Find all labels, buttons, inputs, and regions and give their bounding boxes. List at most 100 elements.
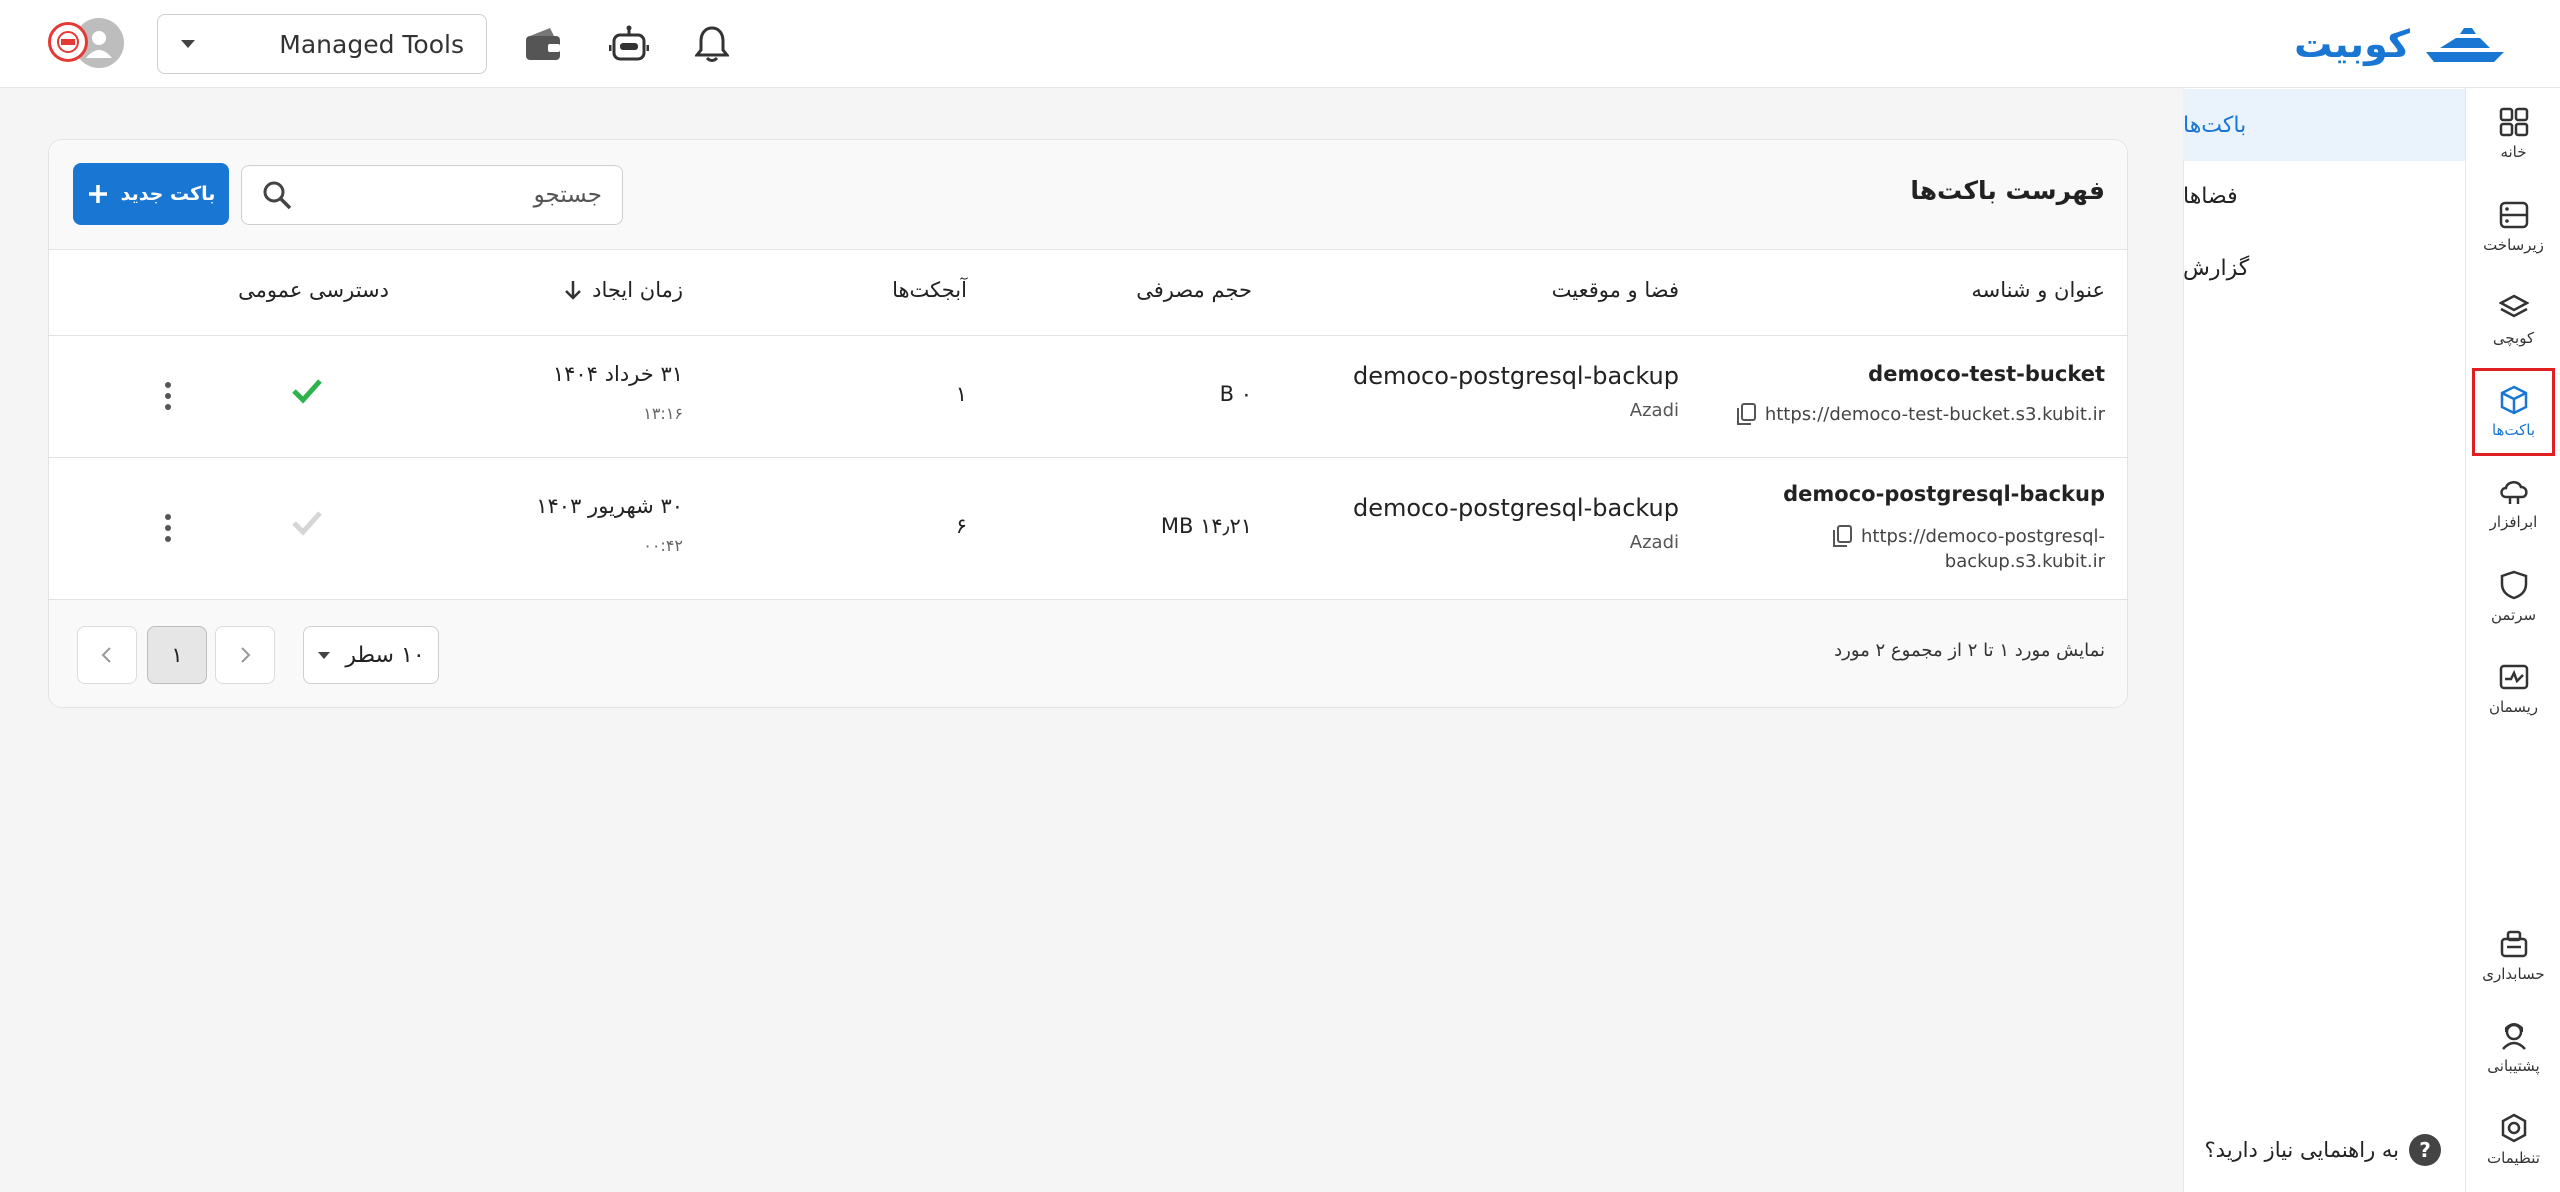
rail-label: خانه xyxy=(2500,143,2527,161)
subnav-item-spaces[interactable]: فضاها xyxy=(2183,160,2465,232)
rail-item-settings[interactable]: تنظیمات xyxy=(2472,1096,2555,1184)
settings-icon xyxy=(2501,1113,2526,1143)
ai-assistant-button[interactable] xyxy=(603,18,655,70)
bucket-url-text: https://democo-postgresql- backup.s3.kub… xyxy=(1861,524,2105,574)
rail-item-sartaman[interactable]: سرتمن xyxy=(2472,553,2555,641)
logo-text: کوبیت xyxy=(2294,22,2410,66)
notifications-button[interactable] xyxy=(686,18,738,70)
top-bar: کوبیت Managed Tools xyxy=(0,0,2560,88)
private-access-check-icon xyxy=(292,511,322,536)
logo-ship-icon xyxy=(2426,28,2504,62)
wallet-button[interactable] xyxy=(517,18,569,70)
page-button-1[interactable]: ۱ xyxy=(147,626,207,684)
chevron-down-icon xyxy=(318,651,331,659)
grid-icon xyxy=(2499,107,2528,137)
rail-item-home[interactable]: خانه xyxy=(2472,90,2555,178)
rail-label: ابرافزار xyxy=(2489,513,2538,531)
project-select[interactable]: Managed Tools xyxy=(157,14,487,74)
created-date: ۳۱ خرداد ۱۴۰۴ xyxy=(552,362,683,386)
plus-icon xyxy=(88,185,107,203)
row-menu-button[interactable] xyxy=(153,508,183,548)
help-icon: ? xyxy=(2409,1134,2441,1166)
table-footer: نمایش مورد ۱ تا ۲ از مجموع ۲ مورد ۱۰ سطر… xyxy=(49,600,2127,707)
page-title: فهرست باکت‌ها xyxy=(1910,176,2105,205)
help-text: به راهنمایی نیاز دارید؟ xyxy=(2204,1138,2399,1162)
search-input[interactable] xyxy=(322,182,602,208)
prev-page-button[interactable] xyxy=(215,626,275,684)
table-row[interactable]: democo-postgresql-backup https://democo-… xyxy=(49,458,2127,600)
subnav-item-buckets[interactable]: باکت‌ها xyxy=(2183,89,2465,161)
bucket-url: https://democo-test-bucket.s3.kubit.ir xyxy=(1735,402,2105,427)
created-time: ۰۰:۴۲ xyxy=(643,536,683,555)
subnav-item-report[interactable]: گزارش xyxy=(2183,232,2465,304)
bucket-name[interactable]: democo-postgresql-backup xyxy=(1783,482,2105,506)
objects-count: ۱ xyxy=(955,382,967,406)
rail-item-buckets[interactable]: باکت‌ها xyxy=(2472,368,2555,456)
space-location: Azadi xyxy=(1629,532,1679,553)
rows-per-page-select[interactable]: ۱۰ سطر xyxy=(303,626,439,684)
search-icon[interactable] xyxy=(262,180,292,210)
bucket-name[interactable]: democo-test-bucket xyxy=(1868,362,2105,386)
cloud-app-icon xyxy=(2499,481,2528,504)
table-row[interactable]: democo-test-bucket https://democo-test-b… xyxy=(49,336,2127,458)
cube-icon xyxy=(2500,385,2527,415)
kebab-dot xyxy=(165,514,171,520)
col-space[interactable]: فضا و موقعیت xyxy=(1552,278,1679,302)
server-icon xyxy=(2499,201,2528,229)
stamp-icon xyxy=(57,31,79,53)
col-name[interactable]: عنوان و شناسه xyxy=(1971,278,2105,302)
rail-label: ریسمان xyxy=(2488,698,2539,716)
pagination-summary: نمایش مورد ۱ تا ۲ از مجموع ۲ مورد xyxy=(1834,640,2105,661)
org-badge[interactable] xyxy=(48,22,88,62)
col-objects[interactable]: آبجکت‌ها xyxy=(892,278,967,302)
rail-label: حسابداری xyxy=(2482,965,2545,983)
next-page-button[interactable] xyxy=(77,626,137,684)
project-select-value: Managed Tools xyxy=(279,29,464,59)
kebab-dot xyxy=(165,382,171,388)
chevron-down-icon xyxy=(181,40,195,48)
shield-icon xyxy=(2500,570,2527,600)
rail-label: پشتیبانی xyxy=(2487,1057,2540,1075)
col-public[interactable]: دسترسی عمومی xyxy=(238,278,389,302)
usage-value: ۰ B xyxy=(1219,382,1252,406)
copy-icon[interactable] xyxy=(1735,402,1757,426)
rail-label: تنظیمات xyxy=(2487,1149,2540,1167)
col-created-label: زمان ایجاد xyxy=(592,278,683,302)
bell-icon xyxy=(695,26,729,62)
col-created[interactable]: زمان ایجاد xyxy=(564,278,683,302)
copy-icon[interactable] xyxy=(1831,524,1853,548)
kebab-dot xyxy=(165,525,171,531)
rail-item-support[interactable]: پشتیبانی xyxy=(2472,1004,2555,1092)
help-link[interactable]: ? به راهنمایی نیاز دارید؟ xyxy=(2205,1130,2441,1170)
new-bucket-button[interactable]: باکت جدید xyxy=(73,163,229,225)
sort-arrow-down-icon[interactable] xyxy=(564,279,582,301)
chevron-left-icon xyxy=(101,647,111,663)
rail-item-accounting[interactable]: حسابداری xyxy=(2472,912,2555,1000)
row-menu-button[interactable] xyxy=(153,376,183,416)
main-rail: خانه زیرساخت کوبچی باکت‌ها ابرافزار xyxy=(2465,88,2560,1192)
usage-value: ۱۴٫۲۱ MB xyxy=(1160,514,1252,538)
rail-item-rismaan[interactable]: ریسمان xyxy=(2472,645,2555,733)
rail-item-infrastructure[interactable]: زیرساخت xyxy=(2472,183,2555,271)
logo[interactable]: کوبیت xyxy=(2294,18,2510,70)
bucket-url-line: https://democo-postgresql- xyxy=(1861,526,2105,547)
created-date: ۳۰ شهریور ۱۴۰۳ xyxy=(536,494,683,518)
card-header: فهرست باکت‌ها باکت جدید xyxy=(49,140,2127,250)
kebab-dot xyxy=(165,393,171,399)
space-name: democo-postgresql-backup xyxy=(1352,494,1679,522)
rail-item-kubchi[interactable]: کوبچی xyxy=(2472,276,2555,364)
rail-label: کوبچی xyxy=(2492,329,2535,347)
accounting-icon xyxy=(2500,930,2527,958)
table-header: عنوان و شناسه فضا و موقعیت حجم مصرفی آبج… xyxy=(49,250,2127,336)
bucket-url: https://democo-postgresql- backup.s3.kub… xyxy=(1831,524,2105,574)
created-time: ۱۳:۱۶ xyxy=(643,404,683,423)
kebab-dot xyxy=(165,536,171,542)
rail-label: زیرساخت xyxy=(2483,236,2544,254)
search-box[interactable] xyxy=(241,165,623,225)
col-usage[interactable]: حجم مصرفی xyxy=(1136,278,1252,302)
rail-item-cloud-apps[interactable]: ابرافزار xyxy=(2472,460,2555,548)
wallet-icon xyxy=(526,28,560,60)
robot-icon xyxy=(609,25,649,61)
chevron-right-icon xyxy=(241,647,251,663)
bucket-url-text: https://democo-test-bucket.s3.kubit.ir xyxy=(1764,404,2105,425)
